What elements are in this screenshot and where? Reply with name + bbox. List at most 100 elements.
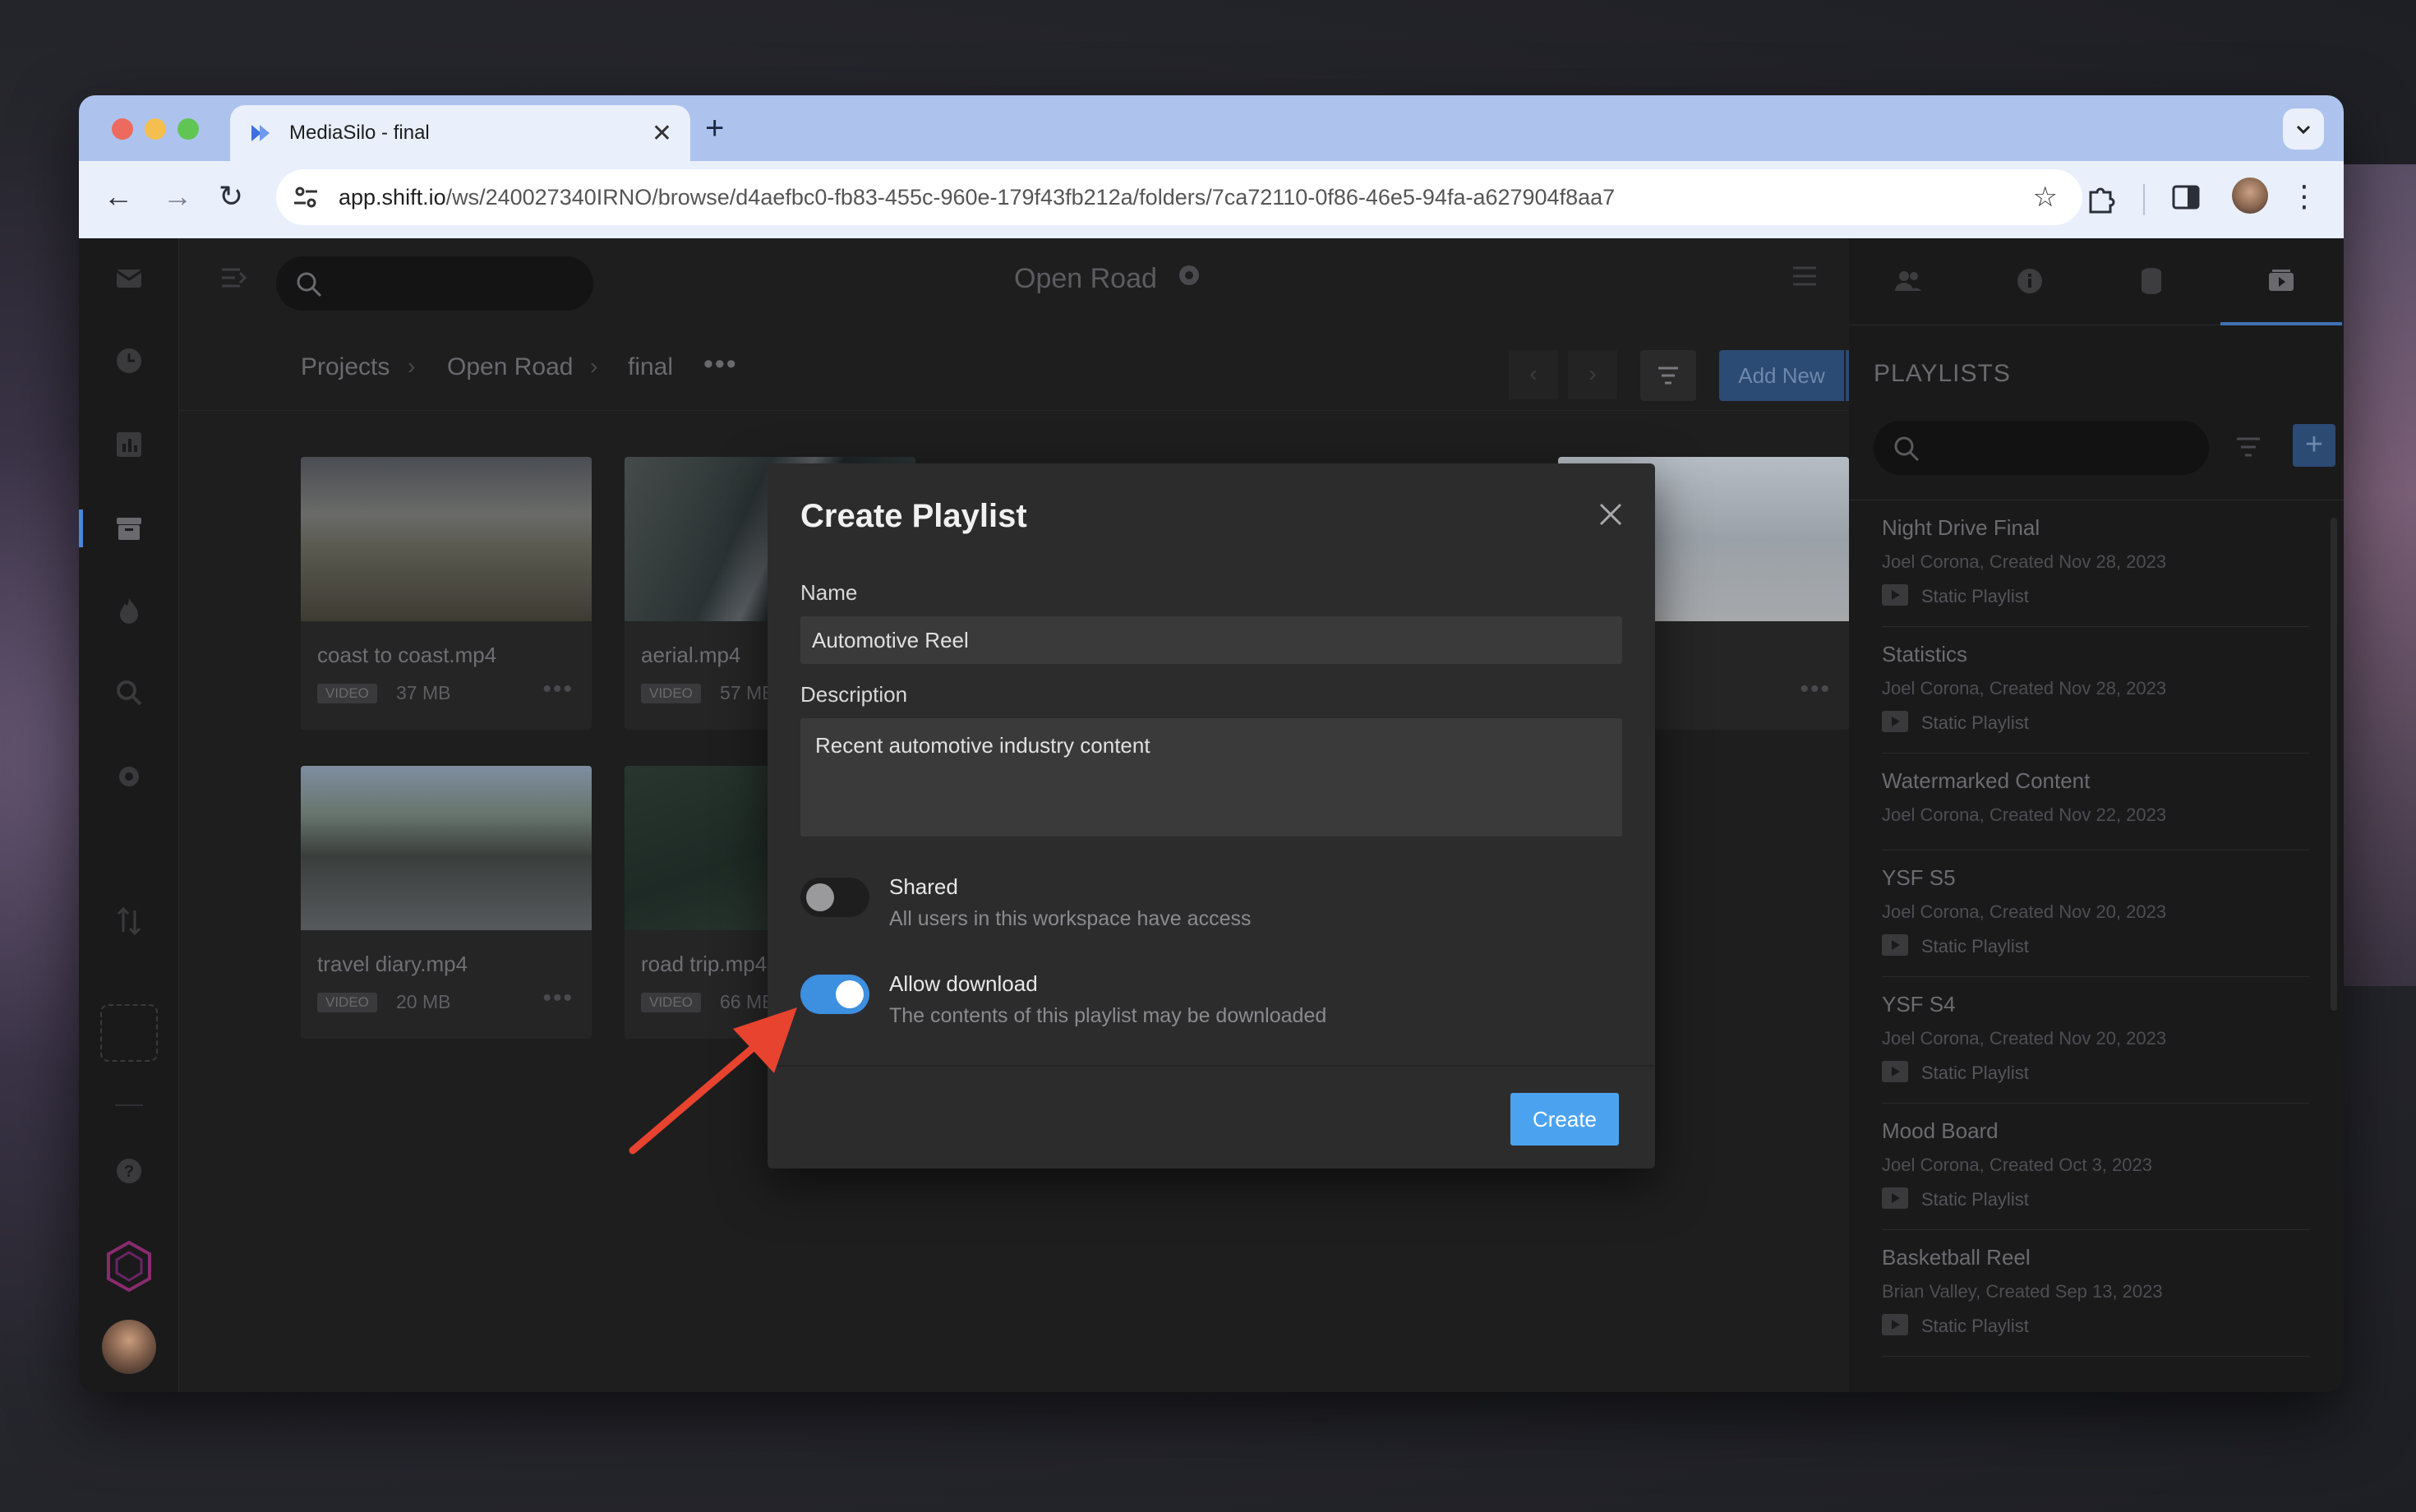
breadcrumb-final[interactable]: final (628, 353, 673, 381)
description-label: Description (800, 682, 908, 707)
playlist-title: YSF S5 (1882, 865, 1956, 890)
asset-more-icon[interactable]: ••• (1800, 675, 1831, 703)
user-avatar[interactable] (102, 1320, 156, 1374)
asset-name: aerial.mp4 (641, 643, 741, 667)
allow-download-toggle[interactable] (800, 975, 869, 1014)
shift-logo-icon[interactable] (102, 1239, 156, 1293)
asset-thumbnail (301, 457, 592, 621)
asset-size: 57 MB (720, 682, 775, 703)
tab-search-button[interactable] (2283, 108, 2324, 150)
folder-more-button[interactable]: ••• (703, 348, 738, 380)
playlist-item[interactable]: Basketball Reel Brian Valley, Created Se… (1882, 1230, 2309, 1357)
playlist-filter-icon[interactable] (2232, 431, 2265, 463)
name-label: Name (800, 580, 858, 605)
search-icon[interactable] (113, 677, 145, 708)
help-icon[interactable]: ? (113, 1155, 145, 1187)
left-rail: ? (79, 238, 179, 1392)
tab-close-icon[interactable]: ✕ (652, 119, 672, 148)
list-view-icon[interactable] (1790, 261, 1819, 291)
next-page-button[interactable]: › (1568, 350, 1617, 399)
extensions-icon[interactable] (2084, 182, 2117, 215)
upload-dropzone[interactable] (100, 1004, 158, 1062)
analytics-icon[interactable] (113, 429, 145, 460)
fire-icon[interactable] (113, 595, 145, 626)
playlist-item[interactable]: Statistics Joel Corona, Created Nov 28, … (1882, 627, 2309, 754)
asset-more-icon[interactable]: ••• (542, 984, 574, 1012)
profile-avatar[interactable] (2232, 177, 2268, 214)
playlist-type: Static Playlist (1921, 712, 2029, 733)
side-panel-icon[interactable] (2171, 182, 2201, 212)
inbox-icon[interactable] (113, 263, 145, 294)
reload-icon[interactable]: ↻ (219, 179, 243, 214)
new-tab-button[interactable]: + (705, 110, 724, 147)
project-title: Open Road (1014, 263, 1157, 294)
shared-toggle[interactable] (800, 878, 869, 917)
playlists-panel: PLAYLISTS + Night Drive Final Joel Coron… (1849, 238, 2344, 1392)
tab-info-icon[interactable] (2013, 265, 2046, 297)
playlist-type-icon (1882, 934, 1908, 956)
asset-card[interactable]: coast to coast.mp4 VIDEO 37 MB ••• (301, 457, 592, 730)
right-panel-tabs (1849, 238, 2344, 325)
playlist-meta: Joel Corona, Created Nov 28, 2023 (1882, 551, 2167, 572)
description-field[interactable]: Recent automotive industry content (800, 718, 1622, 837)
playlist-item[interactable]: YSF S4 Joel Corona, Created Nov 20, 2023… (1882, 977, 2309, 1104)
bookmark-star-icon[interactable]: ☆ (2033, 181, 2058, 214)
minimize-window-button[interactable] (145, 118, 166, 140)
address-bar[interactable]: app.shift.io/ws/240027340IRNO/browse/d4a… (276, 169, 2082, 225)
clock-icon[interactable] (113, 345, 145, 376)
asset-card[interactable]: travel diary.mp4 VIDEO 20 MB ••• (301, 766, 592, 1039)
project-settings-gear-icon[interactable] (1175, 261, 1203, 289)
search-input[interactable] (276, 256, 593, 311)
playlist-search-input[interactable] (1874, 421, 2209, 475)
rail-divider (115, 1104, 143, 1106)
playlist-item[interactable]: Mood Board Joel Corona, Created Oct 3, 2… (1882, 1104, 2309, 1230)
breadcrumb-projects[interactable]: Projects (301, 353, 390, 381)
playlist-scrollbar[interactable] (2331, 518, 2337, 1011)
settings-gear-icon[interactable] (113, 761, 145, 792)
playlist-type: Static Playlist (1921, 1316, 2029, 1336)
add-playlist-button[interactable]: + (2293, 424, 2335, 467)
prev-page-button[interactable]: ‹ (1509, 350, 1558, 399)
asset-more-icon[interactable]: ••• (542, 675, 574, 703)
name-field[interactable]: Automotive Reel (800, 616, 1622, 664)
toggle-knob (806, 883, 834, 911)
close-window-button[interactable] (112, 118, 133, 140)
forward-arrow-icon[interactable]: → (163, 179, 192, 214)
playlist-item[interactable]: YSF S5 Joel Corona, Created Nov 20, 2023… (1882, 850, 2309, 977)
playlist-title: Statistics (1882, 642, 1968, 666)
collapse-sidebar-icon[interactable] (219, 263, 248, 293)
playlist-type-icon (1882, 584, 1908, 606)
dialog-divider (768, 1065, 1655, 1067)
chevron-down-icon (2296, 125, 2311, 135)
add-new-button[interactable]: Add New (1719, 350, 1844, 401)
create-button[interactable]: Create (1510, 1093, 1619, 1146)
close-icon[interactable] (1594, 498, 1627, 531)
url-host: app.shift.io (339, 184, 446, 210)
playlist-type-icon (1882, 1187, 1908, 1209)
playlist-item[interactable]: Night Drive Final Joel Corona, Created N… (1882, 500, 2309, 627)
playlist-type-icon (1882, 711, 1908, 732)
playlist-type: Static Playlist (1921, 936, 2029, 957)
playlist-meta: Joel Corona, Created Nov 20, 2023 (1882, 901, 2167, 922)
tab-playlists-icon[interactable] (2265, 265, 2298, 297)
asset-type-badge: VIDEO (641, 993, 701, 1012)
transfer-arrows-icon[interactable] (113, 906, 145, 937)
more-vertical-icon[interactable]: ⋮ (2289, 179, 2319, 214)
playlist-type: Static Playlist (1921, 1063, 2029, 1083)
browser-tab[interactable]: MediaSilo - final ✕ (230, 105, 690, 161)
filter-button[interactable] (1640, 350, 1696, 401)
playlist-item[interactable]: Watermarked Content Joel Corona, Created… (1882, 754, 2309, 850)
svg-text:?: ? (124, 1163, 134, 1181)
tab-users-icon[interactable] (1892, 265, 1925, 297)
toolbar-divider (2143, 184, 2145, 215)
maximize-window-button[interactable] (178, 118, 199, 140)
breadcrumb-open-road[interactable]: Open Road (447, 353, 573, 381)
site-settings-icon[interactable] (291, 182, 320, 212)
projects-archive-icon[interactable] (113, 513, 145, 544)
tab-database-icon[interactable] (2135, 265, 2168, 297)
asset-size: 66 MB (720, 991, 775, 1012)
toggle-knob (836, 980, 864, 1008)
active-tab-indicator (2220, 322, 2342, 325)
back-arrow-icon[interactable]: ← (104, 179, 133, 214)
playlist-meta: Joel Corona, Created Nov 28, 2023 (1882, 678, 2167, 698)
